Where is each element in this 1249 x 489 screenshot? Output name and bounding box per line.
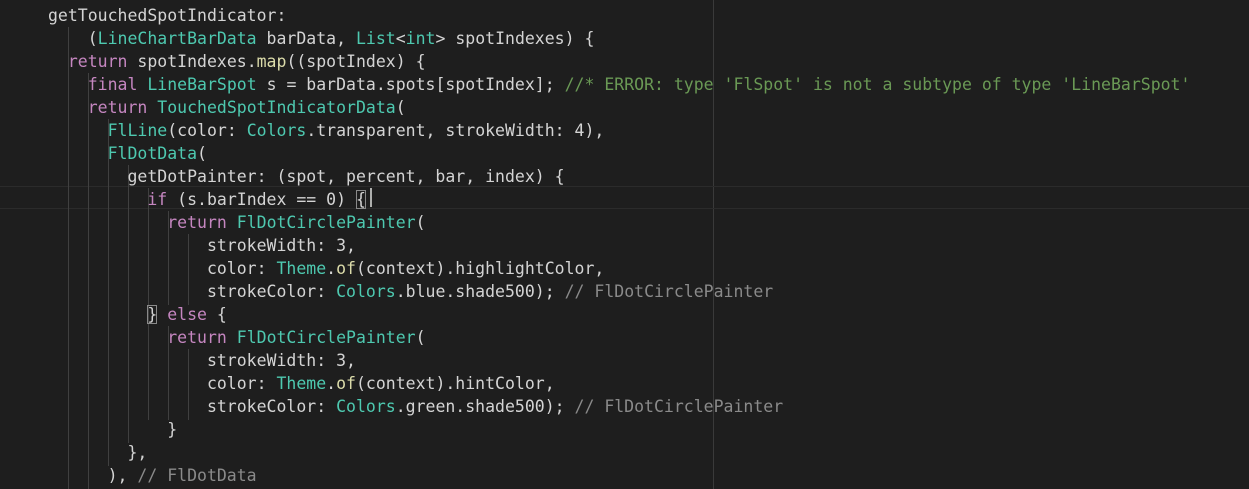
code-line[interactable]: }	[48, 418, 177, 441]
code-token: Colors	[336, 282, 396, 301]
code-token: getTouchedSpotIndicator:	[48, 6, 287, 25]
code-token: }	[48, 420, 178, 439]
code-token: <	[395, 29, 406, 48]
code-token: }	[147, 305, 158, 324]
code-token: FlDotCirclePainter	[236, 213, 416, 232]
code-line[interactable]: strokeColor: Colors.blue.shade500); // F…	[48, 280, 773, 303]
code-token: LineBarSpot	[147, 75, 257, 94]
code-token: LineChartBarData	[97, 29, 257, 48]
code-token: (	[48, 29, 98, 48]
code-token: (	[415, 328, 426, 347]
code-line[interactable]: FlDotData(	[48, 142, 207, 165]
code-token: (	[197, 144, 207, 163]
code-token: else	[167, 305, 207, 324]
code-line[interactable]: getTouchedSpotIndicator:	[48, 4, 286, 27]
code-line[interactable]: return spotIndexes.map((spotIndex) {	[48, 50, 426, 73]
code-token: > spotIndexes) {	[435, 29, 595, 48]
code-line[interactable]: color: Theme.of(context).highlightColor,	[48, 257, 604, 280]
code-line[interactable]: return FlDotCirclePainter(	[48, 326, 426, 349]
code-token: return	[167, 213, 227, 232]
code-token: strokeWidth: 3,	[48, 236, 356, 255]
code-token: (	[415, 213, 426, 232]
code-token: color:	[48, 259, 277, 278]
code-token: FlDotData	[107, 144, 198, 163]
code-line[interactable]: if (s.barIndex == 0) {	[48, 188, 366, 211]
code-line[interactable]: strokeWidth: 3,	[48, 234, 356, 257]
code-token: strokeWidth: 3,	[48, 351, 356, 370]
code-token: Colors	[246, 121, 307, 140]
code-line[interactable]: },	[48, 441, 147, 464]
code-token: TouchedSpotIndicatorData	[157, 98, 396, 117]
code-token: ),	[48, 466, 138, 485]
code-line[interactable]: return TouchedSpotIndicatorData(	[48, 96, 406, 119]
code-line[interactable]: return FlDotCirclePainter(	[48, 211, 426, 234]
code-line[interactable]: strokeColor: Colors.green.shade500); // …	[48, 395, 783, 418]
code-token: color:	[48, 374, 277, 393]
code-token: Theme	[276, 259, 327, 278]
code-token: spotIndexes.	[127, 52, 257, 71]
code-token: {	[206, 305, 227, 324]
code-token: .	[326, 374, 337, 393]
code-token: final	[87, 75, 138, 94]
code-token: return	[87, 98, 148, 117]
code-token: // FlDotCirclePainter	[574, 397, 784, 416]
code-token: int	[405, 29, 436, 48]
code-token: getDotPainter: (spot, percent, bar, inde…	[48, 167, 565, 186]
code-line[interactable]: ), // FlDotData	[48, 464, 257, 487]
code-token: strokeColor:	[48, 282, 337, 301]
code-token: if	[147, 190, 168, 209]
code-token: .transparent, strokeWidth: 4),	[306, 121, 605, 140]
code-token: .blue.shade500);	[395, 282, 565, 301]
code-line[interactable]: final LineBarSpot s = barData.spots[spot…	[48, 73, 1191, 96]
code-token: List	[355, 29, 396, 48]
code-token: //* ERROR: type 'FlSpot' is not a subtyp…	[564, 75, 1191, 94]
code-line[interactable]: } else {	[48, 303, 227, 326]
code-token: s = barData.spots[spotIndex];	[256, 75, 565, 94]
code-token: FlDotCirclePainter	[236, 328, 416, 347]
code-line[interactable]: getDotPainter: (spot, percent, bar, inde…	[48, 165, 565, 188]
code-token: Colors	[336, 397, 396, 416]
code-line[interactable]: color: Theme.of(context).hintColor,	[48, 372, 555, 395]
code-token: },	[48, 443, 148, 462]
code-token: return	[67, 52, 128, 71]
code-token: (color:	[167, 121, 247, 140]
code-token: map	[256, 52, 287, 71]
code-editor[interactable]: getTouchedSpotIndicator: (LineChartBarDa…	[0, 0, 1249, 489]
code-token: // FlDotData	[137, 466, 257, 485]
code-line[interactable]: strokeWidth: 3,	[48, 349, 356, 372]
code-line[interactable]: FlLine(color: Colors.transparent, stroke…	[48, 119, 605, 142]
code-token: barData,	[256, 29, 356, 48]
code-token: of	[336, 259, 356, 278]
code-token: (	[395, 98, 406, 117]
text-cursor	[370, 188, 372, 207]
code-token: return	[167, 328, 227, 347]
code-token: {	[355, 190, 366, 209]
code-line[interactable]: (LineChartBarData barData, List<int> spo…	[48, 27, 595, 50]
code-token: (s.barIndex == 0)	[167, 190, 356, 209]
code-token: strokeColor:	[48, 397, 337, 416]
code-token: .	[326, 259, 337, 278]
code-token: ((spotIndex) {	[286, 52, 426, 71]
code-token: (context).highlightColor,	[355, 259, 605, 278]
code-token: FlLine	[107, 121, 168, 140]
code-token: // FlDotCirclePainter	[564, 282, 774, 301]
code-token: (context).hintColor,	[355, 374, 555, 393]
code-token: of	[336, 374, 356, 393]
code-token: .green.shade500);	[395, 397, 575, 416]
code-token: Theme	[276, 374, 327, 393]
